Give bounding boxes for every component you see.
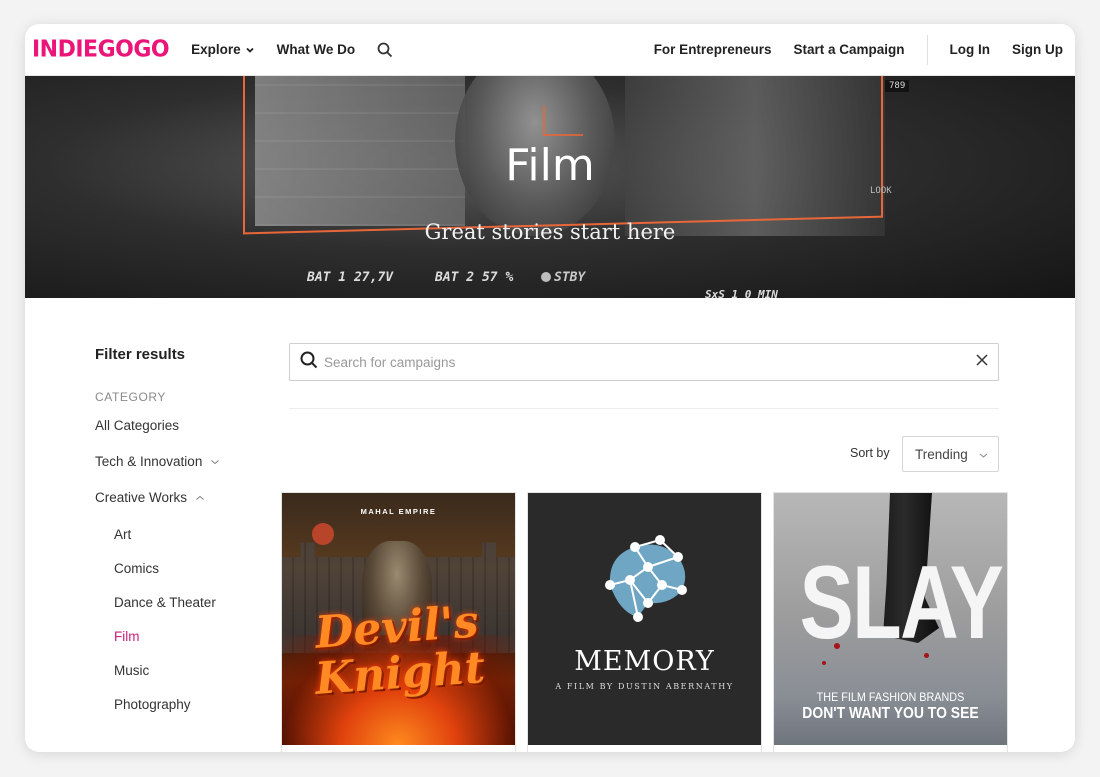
chevron-down-icon: [245, 45, 255, 55]
category-tech-innovation[interactable]: Tech & Innovation: [95, 454, 265, 469]
sign-up-link[interactable]: Sign Up: [1012, 42, 1063, 57]
poster-title: Devil's Knight: [282, 596, 515, 705]
nav-right: For Entrepreneurs Start a Campaign Log I…: [632, 24, 1063, 75]
top-nav: INDIEGOGO Explore What We Do For Entrepr…: [25, 24, 1075, 76]
search-icon[interactable]: [377, 42, 393, 58]
hud-sxs: SxS 1 0 MIN: [705, 288, 778, 298]
sort-selected-value: Trending: [915, 446, 968, 462]
campaign-poster-slay: SLAY THE FILM FASHION BRANDS DON'T WANT …: [774, 493, 1007, 745]
indiegogo-logo[interactable]: INDIEGOGO: [32, 36, 170, 62]
log-in-link[interactable]: Log In: [950, 42, 991, 57]
chevron-up-icon: [195, 494, 205, 502]
campaign-poster-devils-knight: MAHAL EMPIRE Devil's Knight: [282, 493, 515, 745]
search-divider: [289, 408, 999, 409]
brain-network-icon: [605, 535, 687, 622]
hud-bat1: BAT 1 27,7V: [307, 270, 394, 285]
subcategory-comics[interactable]: Comics: [114, 561, 265, 576]
category-all[interactable]: All Categories: [95, 418, 265, 433]
for-entrepreneurs-link[interactable]: For Entrepreneurs: [654, 42, 772, 57]
hud-bat2: BAT 2 57 %: [435, 270, 514, 285]
poster-subtitle-line1: THE FILM FASHION BRANDS: [816, 690, 965, 704]
hero-title: Film: [505, 140, 595, 191]
stby-dot-icon: [541, 272, 551, 282]
hud-stby: STBY: [541, 270, 585, 285]
campaign-card-memory[interactable]: MEMORY A FILM BY DUSTIN ABERNATHY: [527, 492, 762, 752]
poster-blood-splatter: [924, 653, 929, 658]
poster-title: MEMORY: [574, 646, 715, 677]
category-tech-label: Tech & Innovation: [95, 454, 203, 469]
poster-studio-label: MAHAL EMPIRE: [360, 507, 437, 516]
subcategory-music[interactable]: Music: [114, 663, 265, 678]
filter-title: Filter results: [95, 346, 186, 363]
what-we-do-link[interactable]: What We Do: [277, 42, 356, 57]
hero-counter: 789: [885, 80, 910, 92]
explore-menu[interactable]: Explore: [191, 42, 255, 57]
clear-search-icon[interactable]: [976, 353, 988, 371]
search-icon: [300, 351, 318, 374]
hero-crosshair: [543, 106, 583, 136]
subcategory-art[interactable]: Art: [114, 527, 265, 542]
poster-blood-splatter: [834, 643, 840, 649]
poster-subtitle: A FILM BY DUSTIN ABERNATHY: [555, 682, 734, 691]
campaign-poster-memory: MEMORY A FILM BY DUSTIN ABERNATHY: [528, 493, 761, 745]
hero-subtitle: Great stories start here: [424, 220, 676, 244]
campaign-search-input[interactable]: [324, 354, 976, 370]
hud-stby-label: STBY: [554, 270, 586, 285]
sort-label: Sort by: [850, 446, 890, 460]
campaign-search-box: [289, 343, 999, 381]
campaign-card-devils-knight[interactable]: MAHAL EMPIRE Devil's Knight: [281, 492, 516, 752]
start-campaign-link[interactable]: Start a Campaign: [793, 42, 904, 57]
poster-title: SLAY: [799, 545, 1004, 661]
subcategory-photography[interactable]: Photography: [114, 697, 265, 712]
chevron-down-icon: [210, 458, 220, 466]
campaign-card-slay[interactable]: SLAY THE FILM FASHION BRANDS DON'T WANT …: [773, 492, 1008, 752]
subcategory-dance-theater[interactable]: Dance & Theater: [114, 595, 265, 610]
chevron-down-icon: [979, 447, 988, 462]
category-creative-works[interactable]: Creative Works: [95, 490, 265, 505]
subcategory-film[interactable]: Film: [114, 629, 265, 644]
poster-subtitle-line2: DON'T WANT YOU TO SEE: [802, 705, 979, 722]
poster-blood-splatter: [822, 661, 826, 665]
category-creative-label: Creative Works: [95, 490, 188, 505]
poster-moon: [312, 523, 334, 545]
filter-sidebar: Filter results CATEGORY All Categories T…: [95, 298, 265, 712]
nav-divider: [926, 34, 928, 65]
explore-label: Explore: [191, 42, 241, 57]
category-label: CATEGORY: [95, 390, 167, 404]
hero-banner: 789 LOOK Film Great stories start here B…: [25, 76, 1075, 298]
browser-window: INDIEGOGO Explore What We Do For Entrepr…: [25, 24, 1075, 752]
sort-dropdown[interactable]: Trending: [902, 436, 999, 472]
category-all-label: All Categories: [95, 418, 180, 433]
